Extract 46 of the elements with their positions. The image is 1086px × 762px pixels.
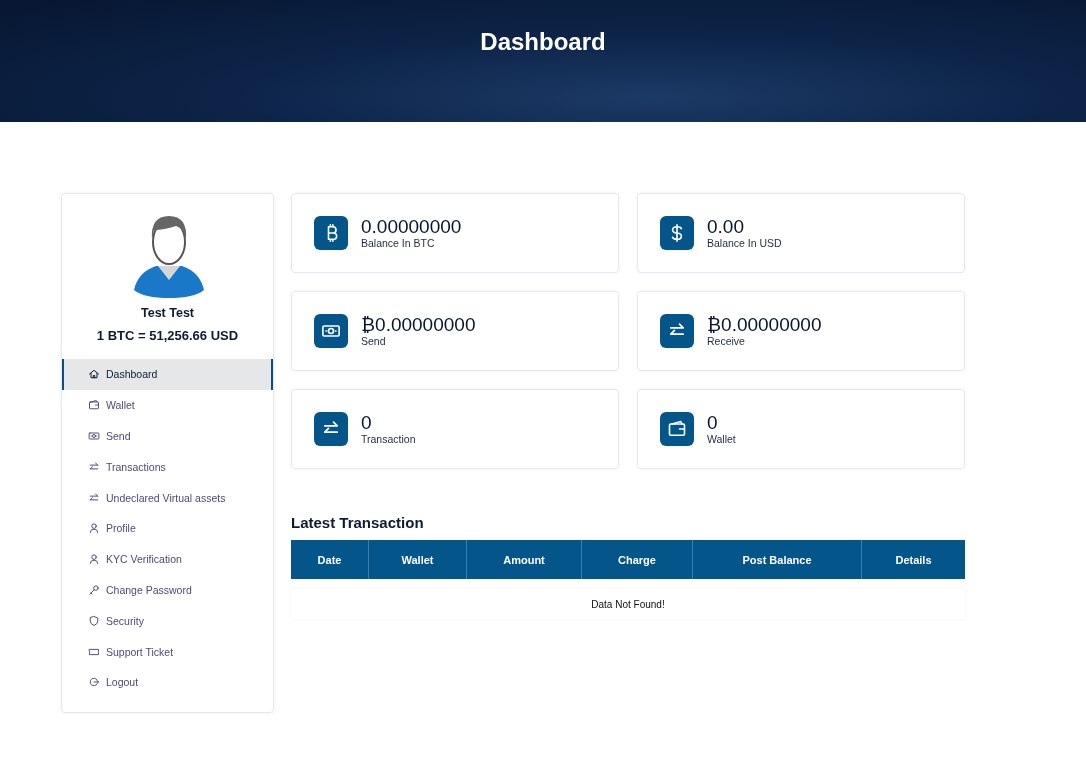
stat-value: ₿0.00000000 (361, 315, 476, 335)
sidebar-item[interactable]: Support Ticket (62, 636, 273, 667)
sidebar-item[interactable]: Wallet (62, 389, 273, 421)
user-icon (88, 522, 100, 535)
column-header: Wallet (369, 540, 467, 579)
sidebar-item[interactable]: Undeclared Virtual assets (62, 482, 273, 513)
sidebar-item[interactable]: Transactions (62, 451, 273, 483)
stat-label: Receive (707, 335, 746, 347)
logout-icon (88, 676, 100, 689)
stat-value: 0 (707, 413, 719, 433)
wallet-icon (667, 419, 687, 439)
home-icon (88, 368, 100, 381)
key-icon (88, 583, 100, 596)
shield-icon (88, 614, 100, 627)
stat-value: 0.00000000 (361, 217, 462, 237)
exchange-rate: 1 BTC = 51,256.66 USD (96, 328, 239, 343)
column-header: Post Balance (693, 540, 862, 579)
exchange-arrows-icon (88, 460, 100, 473)
empty-message: Data Not Found! (591, 598, 665, 610)
stat-value: 0 (361, 413, 373, 433)
stat-value: ₿0.00000000 (707, 315, 822, 335)
stat-label: Transaction (361, 433, 416, 445)
user-name: Test Test (141, 306, 194, 320)
stat-label: Balance In USD (707, 237, 782, 249)
exchange-arrows-icon (88, 491, 100, 504)
sidebar-item[interactable]: Profile (62, 513, 273, 544)
stat-label: Wallet (707, 433, 736, 445)
sidebar-item[interactable]: Dashboard (62, 359, 273, 390)
stat-label: Send (361, 335, 387, 347)
column-header: Charge (582, 540, 693, 579)
banknote-icon (88, 430, 100, 442)
column-header: Date (291, 540, 369, 579)
sidebar-item[interactable]: Change Password (62, 574, 273, 606)
sidebar-item[interactable]: KYC Verification (62, 543, 273, 575)
sidebar-item[interactable]: Security (62, 605, 273, 637)
page-title: Dashboard (480, 28, 606, 56)
user-icon (88, 553, 100, 566)
sidebar-item[interactable]: Logout (62, 666, 273, 698)
column-header: Amount (467, 540, 582, 579)
stat-label: Balance In BTC (361, 237, 436, 249)
column-header: Details (894, 552, 933, 568)
stat-value: 0.00 (707, 217, 745, 237)
sidebar-item[interactable]: Send (62, 420, 273, 452)
wallet-icon (88, 399, 100, 412)
section-title: Latest Transaction (291, 514, 425, 531)
avatar-silhouette-icon (133, 214, 204, 298)
